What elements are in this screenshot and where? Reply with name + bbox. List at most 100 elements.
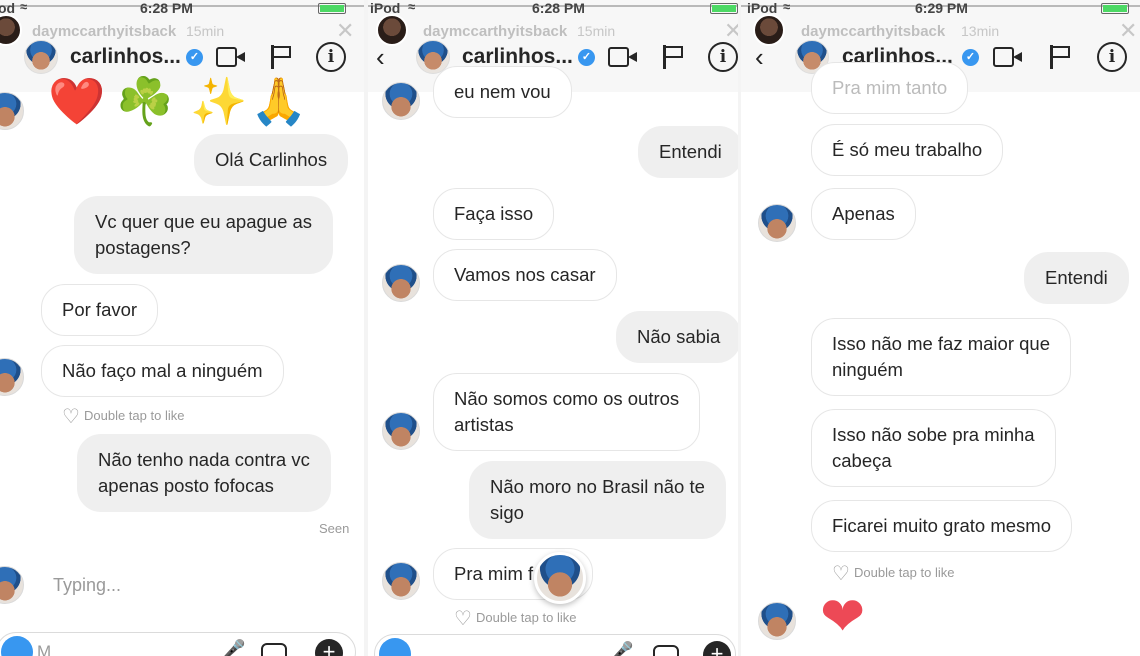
message-text: eu nem vou	[454, 81, 551, 102]
message-composer[interactable]: 🎤 +	[374, 634, 736, 656]
message-text: sigo	[490, 502, 524, 523]
message-avatar[interactable]	[0, 92, 24, 130]
message-bubble[interactable]: Faça isso	[433, 188, 555, 240]
emoji-sparkles[interactable]: ✨	[190, 76, 247, 126]
message-avatar[interactable]	[382, 264, 420, 302]
status-bar: od ≈ 6:28 PM	[0, 0, 364, 16]
message-bubble[interactable]: Vamos nos casar	[433, 249, 617, 301]
composer-placeholder: M	[37, 642, 52, 656]
emoji-clover[interactable]: ☘️	[116, 76, 173, 126]
message-bubble[interactable]: Não somos como os outros artistas	[433, 373, 701, 451]
heart-outline-icon[interactable]: ♡	[454, 606, 474, 631]
message-text: Não faço mal a ninguém	[62, 360, 263, 381]
camera-icon[interactable]	[379, 638, 411, 656]
plus-icon[interactable]: +	[703, 641, 731, 656]
message-avatar[interactable]	[0, 566, 24, 604]
like-hint-text: Double tap to like	[84, 408, 185, 423]
message-text: Faça isso	[454, 203, 534, 224]
story-age: 15min	[186, 23, 225, 39]
message-text: Isso não sobe pra minha	[832, 424, 1035, 445]
message-bubble[interactable]: Por favor	[41, 284, 159, 336]
header-overlay	[741, 0, 1140, 92]
camera-icon[interactable]	[1, 636, 33, 656]
message-text: Ficarei muito grato mesmo	[832, 515, 1051, 536]
message-avatar[interactable]	[0, 358, 24, 396]
video-call-icon[interactable]	[608, 47, 638, 67]
status-bar: iPod ≈ 6:28 PM	[368, 0, 740, 16]
verified-badge-icon: ✓	[578, 49, 595, 66]
message-bubble[interactable]: Entendi	[1024, 252, 1129, 304]
message-bubble[interactable]: Vc quer que eu apague as postagens?	[74, 196, 334, 274]
message-text: apenas posto fofocas	[98, 475, 274, 496]
status-time: 6:28 PM	[532, 0, 585, 16]
double-tap-to-like[interactable]: ♡ Double tap to like	[454, 606, 576, 631]
message-bubble[interactable]: Apenas	[811, 188, 916, 240]
microphone-icon[interactable]: 🎤	[223, 639, 245, 656]
battery-icon	[318, 3, 346, 14]
seen-status: Seen	[319, 521, 350, 536]
like-hint-text: Double tap to like	[854, 565, 955, 580]
flag-icon[interactable]	[662, 45, 684, 69]
message-bubble[interactable]: eu nem vou	[433, 66, 572, 118]
message-avatar[interactable]	[382, 412, 420, 450]
flag-icon[interactable]	[270, 45, 292, 69]
plus-icon[interactable]: +	[315, 639, 343, 656]
message-bubble[interactable]: Não moro no Brasil não te sigo	[469, 461, 726, 539]
story-panel-2: iPod ≈ 6:28 PM daymccarthyitsback 15min …	[368, 0, 740, 656]
story-panel-3: iPod ≈ 6:29 PM daymccarthyitsback 13min …	[741, 0, 1140, 656]
message-text: Entendi	[1045, 267, 1108, 288]
message-bubble[interactable]: Olá Carlinhos	[194, 134, 349, 186]
info-icon[interactable]: i	[316, 42, 346, 72]
heart-reaction-icon[interactable]: ❤	[820, 590, 865, 644]
message-avatar[interactable]	[758, 204, 796, 242]
message-text: Pra mim f	[454, 563, 534, 584]
typing-indicator: Typing...	[53, 575, 122, 595]
video-call-icon[interactable]	[216, 47, 246, 67]
message-composer[interactable]: M 🎤 +	[0, 632, 356, 656]
message-text: Olá Carlinhos	[215, 149, 328, 170]
status-time: 6:28 PM	[140, 0, 193, 16]
wifi-icon: ≈	[408, 0, 416, 14]
message-text: postagens?	[95, 237, 191, 258]
floating-reply-avatar[interactable]	[534, 552, 586, 604]
info-icon[interactable]: i	[708, 42, 738, 72]
heart-outline-icon[interactable]: ♡	[62, 404, 82, 429]
message-bubble[interactable]: É só meu trabalho	[811, 124, 1004, 176]
story-username[interactable]: daymccarthyitsback	[32, 23, 176, 40]
message-text: É só meu trabalho	[832, 139, 983, 160]
message-text: Não moro no Brasil não te	[490, 476, 705, 497]
emoji-pray[interactable]: 🙏	[250, 76, 307, 126]
emoji-heart[interactable]: ❤️	[48, 76, 105, 126]
message-bubble[interactable]: Ficarei muito grato mesmo	[811, 500, 1072, 552]
story-age: 15min	[577, 23, 616, 39]
close-icon[interactable]: ✕	[336, 18, 354, 44]
chat-name[interactable]: carlinhos...	[70, 45, 181, 69]
story-panel-1: od ≈ 6:28 PM daymccarthyitsback 15min ✕ …	[0, 0, 364, 656]
message-text: Não somos como os outros	[454, 388, 680, 409]
chat-avatar[interactable]	[24, 40, 58, 74]
message-bubble[interactable]: Isso não me faz maior que ninguém	[811, 318, 1071, 396]
story-username[interactable]: daymccarthyitsback	[423, 23, 567, 40]
message-avatar[interactable]	[758, 602, 796, 640]
message-text: artistas	[454, 414, 514, 435]
verified-badge-icon: ✓	[186, 49, 203, 66]
message-text: Apenas	[832, 203, 895, 224]
message-avatar[interactable]	[382, 562, 420, 600]
double-tap-to-like[interactable]: ♡ Double tap to like	[62, 404, 184, 429]
chevron-left-icon[interactable]: ‹	[376, 42, 385, 73]
message-avatar[interactable]	[382, 82, 420, 120]
wifi-icon: ≈	[20, 0, 28, 14]
double-tap-to-like[interactable]: ♡ Double tap to like	[832, 561, 954, 586]
message-text: Entendi	[659, 141, 722, 162]
gallery-icon[interactable]	[653, 645, 679, 656]
gallery-icon[interactable]	[261, 643, 287, 656]
heart-outline-icon[interactable]: ♡	[832, 561, 852, 586]
message-bubble[interactable]: Isso não sobe pra minha cabeça	[811, 409, 1056, 487]
message-bubble[interactable]: Não tenho nada contra vc apenas posto fo…	[77, 434, 331, 512]
message-bubble[interactable]: Entendi	[638, 126, 740, 178]
message-bubble[interactable]: Não sabia	[616, 311, 740, 363]
microphone-icon[interactable]: 🎤	[611, 641, 633, 656]
message-bubble[interactable]: Não faço mal a ninguém	[41, 345, 284, 397]
battery-icon	[710, 3, 738, 14]
message-text: Vamos nos casar	[454, 264, 596, 285]
